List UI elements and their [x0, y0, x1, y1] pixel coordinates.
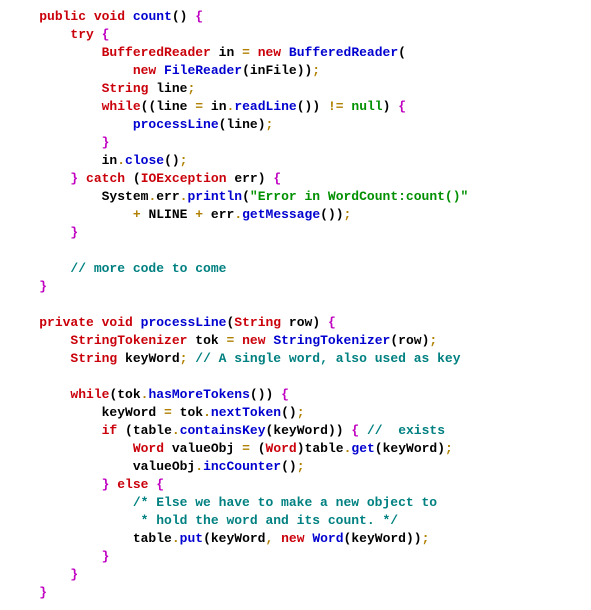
code-line: processLine(line);	[8, 117, 273, 132]
code-line: }	[8, 135, 109, 150]
code-line: /* Else we have to make a new object to	[8, 495, 437, 510]
code-line: BufferedReader in = new BufferedReader(	[8, 45, 406, 60]
code-line: }	[8, 567, 78, 582]
code-line: + NLINE + err.getMessage());	[8, 207, 351, 222]
code-line: }	[8, 549, 109, 564]
code-line: if (table.containsKey(keyWord)) { // exi…	[8, 423, 445, 438]
code-line: in.close();	[8, 153, 187, 168]
code-line: Word valueObj = (Word)table.get(keyWord)…	[8, 441, 453, 456]
code-line: table.put(keyWord, new Word(keyWord));	[8, 531, 429, 546]
code-line: new FileReader(inFile));	[8, 63, 320, 78]
code-line: StringTokenizer tok = new StringTokenize…	[8, 333, 437, 348]
code-line: * hold the word and its count. */	[8, 513, 398, 528]
code-line: } catch (IOException err) {	[8, 171, 281, 186]
code-line: String keyWord; // A single word, also u…	[8, 351, 461, 366]
code-line: private void processLine(String row) {	[8, 315, 336, 330]
code-line: while(tok.hasMoreTokens()) {	[8, 387, 289, 402]
code-line: }	[8, 279, 47, 294]
code-line: try {	[8, 27, 109, 42]
code-line: }	[8, 585, 47, 600]
code-line: System.err.println("Error in WordCount:c…	[8, 189, 468, 204]
code-line: keyWord = tok.nextToken();	[8, 405, 305, 420]
code-line: public void count() {	[8, 9, 203, 24]
code-line: } else {	[8, 477, 164, 492]
code-line: String line;	[8, 81, 195, 96]
code-line: while((line = in.readLine()) != null) {	[8, 99, 406, 114]
code-block: public void count() { try { BufferedRead…	[8, 8, 583, 602]
code-line: valueObj.incCounter();	[8, 459, 305, 474]
code-line: // more code to come	[8, 261, 226, 276]
code-line: }	[8, 225, 78, 240]
